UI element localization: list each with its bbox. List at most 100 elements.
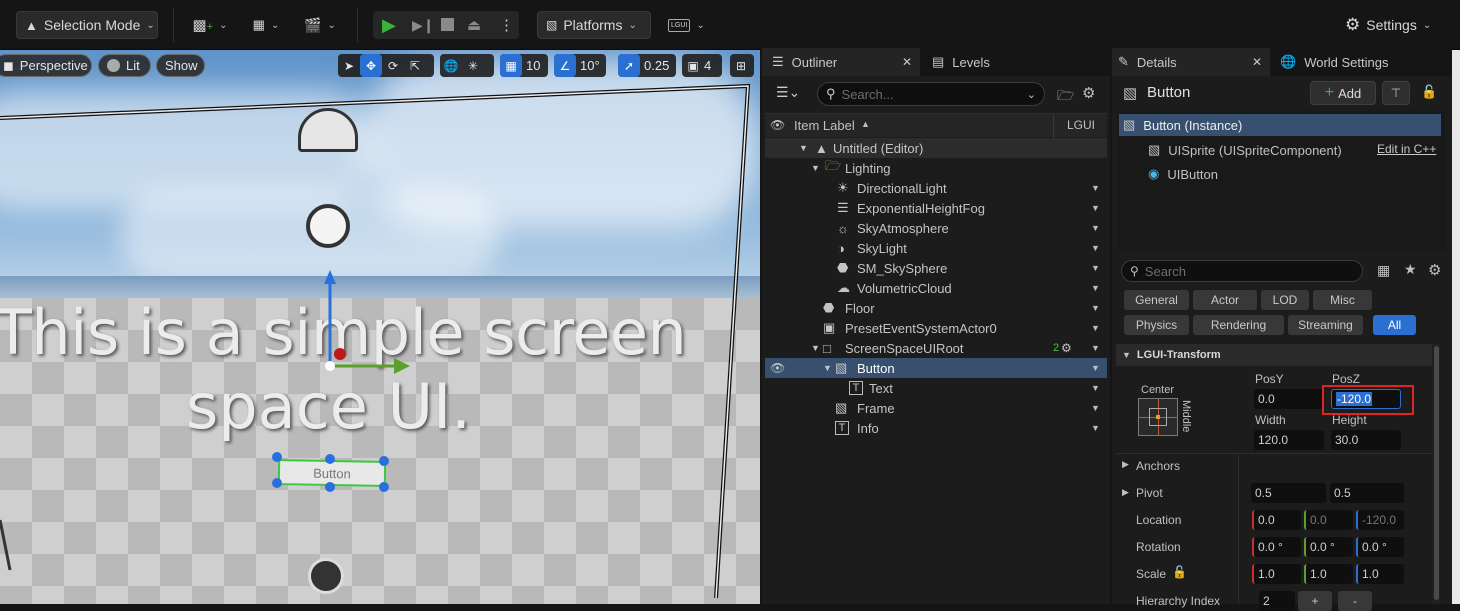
grid-snap-button[interactable]: ▦ 10 [500, 54, 548, 77]
platforms-dropdown[interactable]: ▧ Platforms ⌄ [537, 11, 651, 39]
row-dropdown-icon[interactable]: ▼ [1091, 303, 1100, 313]
filter-general[interactable]: General [1124, 290, 1189, 310]
more-options-icon[interactable]: ⋮ [499, 16, 514, 34]
tree-row-floor[interactable]: ⬣ Floor ▼ [765, 298, 1107, 318]
viewport-layout-button[interactable]: ⊞ [730, 54, 754, 77]
table-view-icon[interactable]: ▦ [1377, 262, 1390, 279]
row-dropdown-icon[interactable]: ▼ [1091, 223, 1100, 233]
tree-row-untitled[interactable]: ▼ ▲ Untitled (Editor) [765, 138, 1107, 158]
tab-details[interactable]: ✎ Details ✕ [1112, 48, 1270, 76]
width-field[interactable]: 120.0 [1254, 430, 1324, 450]
blueprint-convert-button[interactable]: ⊤ [1382, 81, 1410, 105]
lit-button[interactable]: Lit [98, 54, 151, 77]
transform-gizmo[interactable] [290, 270, 410, 410]
anchor-preset-widget[interactable] [1138, 398, 1178, 436]
surface-snap-icon[interactable]: ✳ [462, 54, 484, 77]
gear-icon[interactable]: ⚙ [1082, 84, 1095, 102]
tree-row-text[interactable]: T Text ▼ [765, 378, 1107, 398]
posy-field[interactable]: 0.0 [1254, 389, 1324, 409]
rotation-z-field[interactable]: 0.0 ° [1356, 537, 1404, 557]
row-dropdown-icon[interactable]: ▼ [1091, 263, 1100, 273]
section-header-lgui-transform[interactable]: ▼ LGUI-Transform [1116, 344, 1432, 366]
perspective-button[interactable]: ◼ Perspective [0, 54, 92, 77]
scale-icon[interactable]: ⇱ [404, 54, 426, 77]
tree-row-frame[interactable]: ▧ Frame ▼ [765, 398, 1107, 418]
filter-dropdown[interactable]: ☰⌄ [776, 84, 800, 101]
item-label-column[interactable]: Item Label [794, 118, 855, 133]
add-content-button[interactable]: ▩+ ⌄ [190, 11, 230, 39]
component-row-uibutton[interactable]: ◉ UIButton [1148, 164, 1348, 184]
tab-outliner[interactable]: ☰ Outliner ✕ [762, 48, 920, 76]
lgui-button[interactable]: LGUI ⌄ [668, 11, 708, 39]
close-icon[interactable]: ✕ [1252, 55, 1262, 69]
gear-icon[interactable]: ⚙ [1061, 341, 1072, 355]
tree-row-skylight[interactable]: ◑ SkyLight ▼ [765, 238, 1107, 258]
filter-actor[interactable]: Actor [1193, 290, 1257, 310]
tab-world-settings[interactable]: 🌐 World Settings [1278, 48, 1438, 76]
edit-in-cpp-link[interactable]: Edit in C++ [1377, 142, 1436, 156]
visibility-eye-icon[interactable]: 👁 [770, 118, 785, 132]
filter-streaming[interactable]: Streaming [1288, 315, 1363, 335]
height-field[interactable]: 30.0 [1331, 430, 1401, 450]
pivot-row[interactable]: ▶ Pivot [1116, 482, 1236, 504]
outliner-search-input[interactable]: ⚲ Search... ⌄ [817, 82, 1045, 106]
directional-light-gizmo-icon[interactable] [306, 204, 350, 248]
anchors-row[interactable]: ▶ Anchors [1116, 455, 1432, 477]
row-dropdown-icon[interactable]: ▼ [1091, 203, 1100, 213]
hierarchy-index-field[interactable]: 2 [1259, 591, 1295, 611]
tree-row-directionallight[interactable]: ☀ DirectionalLight ▼ [765, 178, 1107, 198]
row-dropdown-icon[interactable]: ▼ [1091, 323, 1100, 333]
pivot-x-field[interactable]: 0.5 [1251, 483, 1326, 503]
row-dropdown-icon[interactable]: ▼ [1091, 403, 1100, 413]
rotation-x-field[interactable]: 0.0 ° [1252, 537, 1301, 557]
rotation-snap-button[interactable]: ∠ 10° [554, 54, 606, 77]
pivot-y-field[interactable]: 0.5 [1330, 483, 1404, 503]
tree-row-info[interactable]: T Info ▼ [765, 418, 1107, 438]
filter-lod[interactable]: LOD [1261, 290, 1309, 310]
scale-x-field[interactable]: 1.0 [1252, 564, 1301, 584]
hierarchy-decrement-button[interactable]: - [1338, 591, 1372, 611]
filter-physics[interactable]: Physics [1124, 315, 1189, 335]
world-space-icon[interactable]: 🌐 [440, 54, 462, 77]
rotation-y-field[interactable]: 0.0 ° [1304, 537, 1353, 557]
tree-row-skysphere[interactable]: ⬣ SM_SkySphere ▼ [765, 258, 1107, 278]
row-dropdown-icon[interactable]: ▼ [1091, 383, 1100, 393]
blueprints-button[interactable]: ▦ ⌄ [246, 11, 286, 39]
close-icon[interactable]: ✕ [902, 55, 912, 69]
scale-lock-icon[interactable]: 🔓 [1172, 565, 1187, 579]
details-search-input[interactable]: ⚲ Search [1121, 260, 1363, 282]
location-y-field[interactable]: 0.0 [1304, 510, 1353, 530]
step-icon[interactable]: ▶❙ [412, 17, 435, 34]
cinematics-button[interactable]: 🎬 ⌄ [300, 11, 340, 39]
gear-icon[interactable]: ⚙ [1428, 261, 1441, 279]
lock-icon[interactable]: 🔓 [1421, 84, 1437, 100]
add-component-button[interactable]: + Add [1310, 81, 1376, 105]
row-dropdown-icon[interactable]: ▼ [1091, 283, 1100, 293]
move-icon[interactable]: ✥ [360, 54, 382, 77]
hierarchy-increment-button[interactable]: + [1298, 591, 1332, 611]
event-system-gizmo-icon[interactable] [308, 558, 344, 594]
tree-row-lighting[interactable]: ▼ 🗁 Lighting [765, 158, 1107, 178]
eject-icon[interactable]: ⏏ [467, 16, 481, 34]
lgui-column[interactable]: LGUI [1067, 118, 1095, 132]
star-icon[interactable]: ★ [1404, 261, 1417, 278]
visibility-eye-icon[interactable]: 👁 [770, 361, 785, 375]
add-folder-icon[interactable]: 🗁 [1057, 85, 1074, 109]
row-dropdown-icon[interactable]: ▼ [1091, 183, 1100, 193]
rotate-icon[interactable]: ⟳ [382, 54, 404, 77]
row-dropdown-icon[interactable]: ▼ [1091, 243, 1100, 253]
settings-button[interactable]: ⚙ Settings ⌄ [1345, 11, 1437, 39]
tree-row-screenspaceuiroot[interactable]: ▼ □ ScreenSpaceUIRoot 2 ⚙ ▼ [765, 338, 1107, 358]
camera-speed-button[interactable]: ▣ 4 [682, 54, 722, 77]
selection-mode-dropdown[interactable]: ▲ Selection Mode ⌄ [16, 11, 158, 39]
tree-row-eventsystem[interactable]: ▣ PresetEventSystemActor0 ▼ [765, 318, 1107, 338]
select-icon[interactable]: ➤ [338, 54, 360, 77]
tree-row-fog[interactable]: ☰ ExponentialHeightFog ▼ [765, 198, 1107, 218]
component-row-instance[interactable]: ▧ Button (Instance) [1119, 114, 1441, 136]
stop-icon[interactable] [441, 18, 454, 31]
scale-snap-button[interactable]: ➚ 0.25 [618, 54, 676, 77]
location-x-field[interactable]: 0.0 [1252, 510, 1301, 530]
row-dropdown-icon[interactable]: ▼ [1091, 423, 1100, 433]
play-icon[interactable]: ▶ [382, 15, 396, 36]
filter-rendering[interactable]: Rendering [1193, 315, 1284, 335]
